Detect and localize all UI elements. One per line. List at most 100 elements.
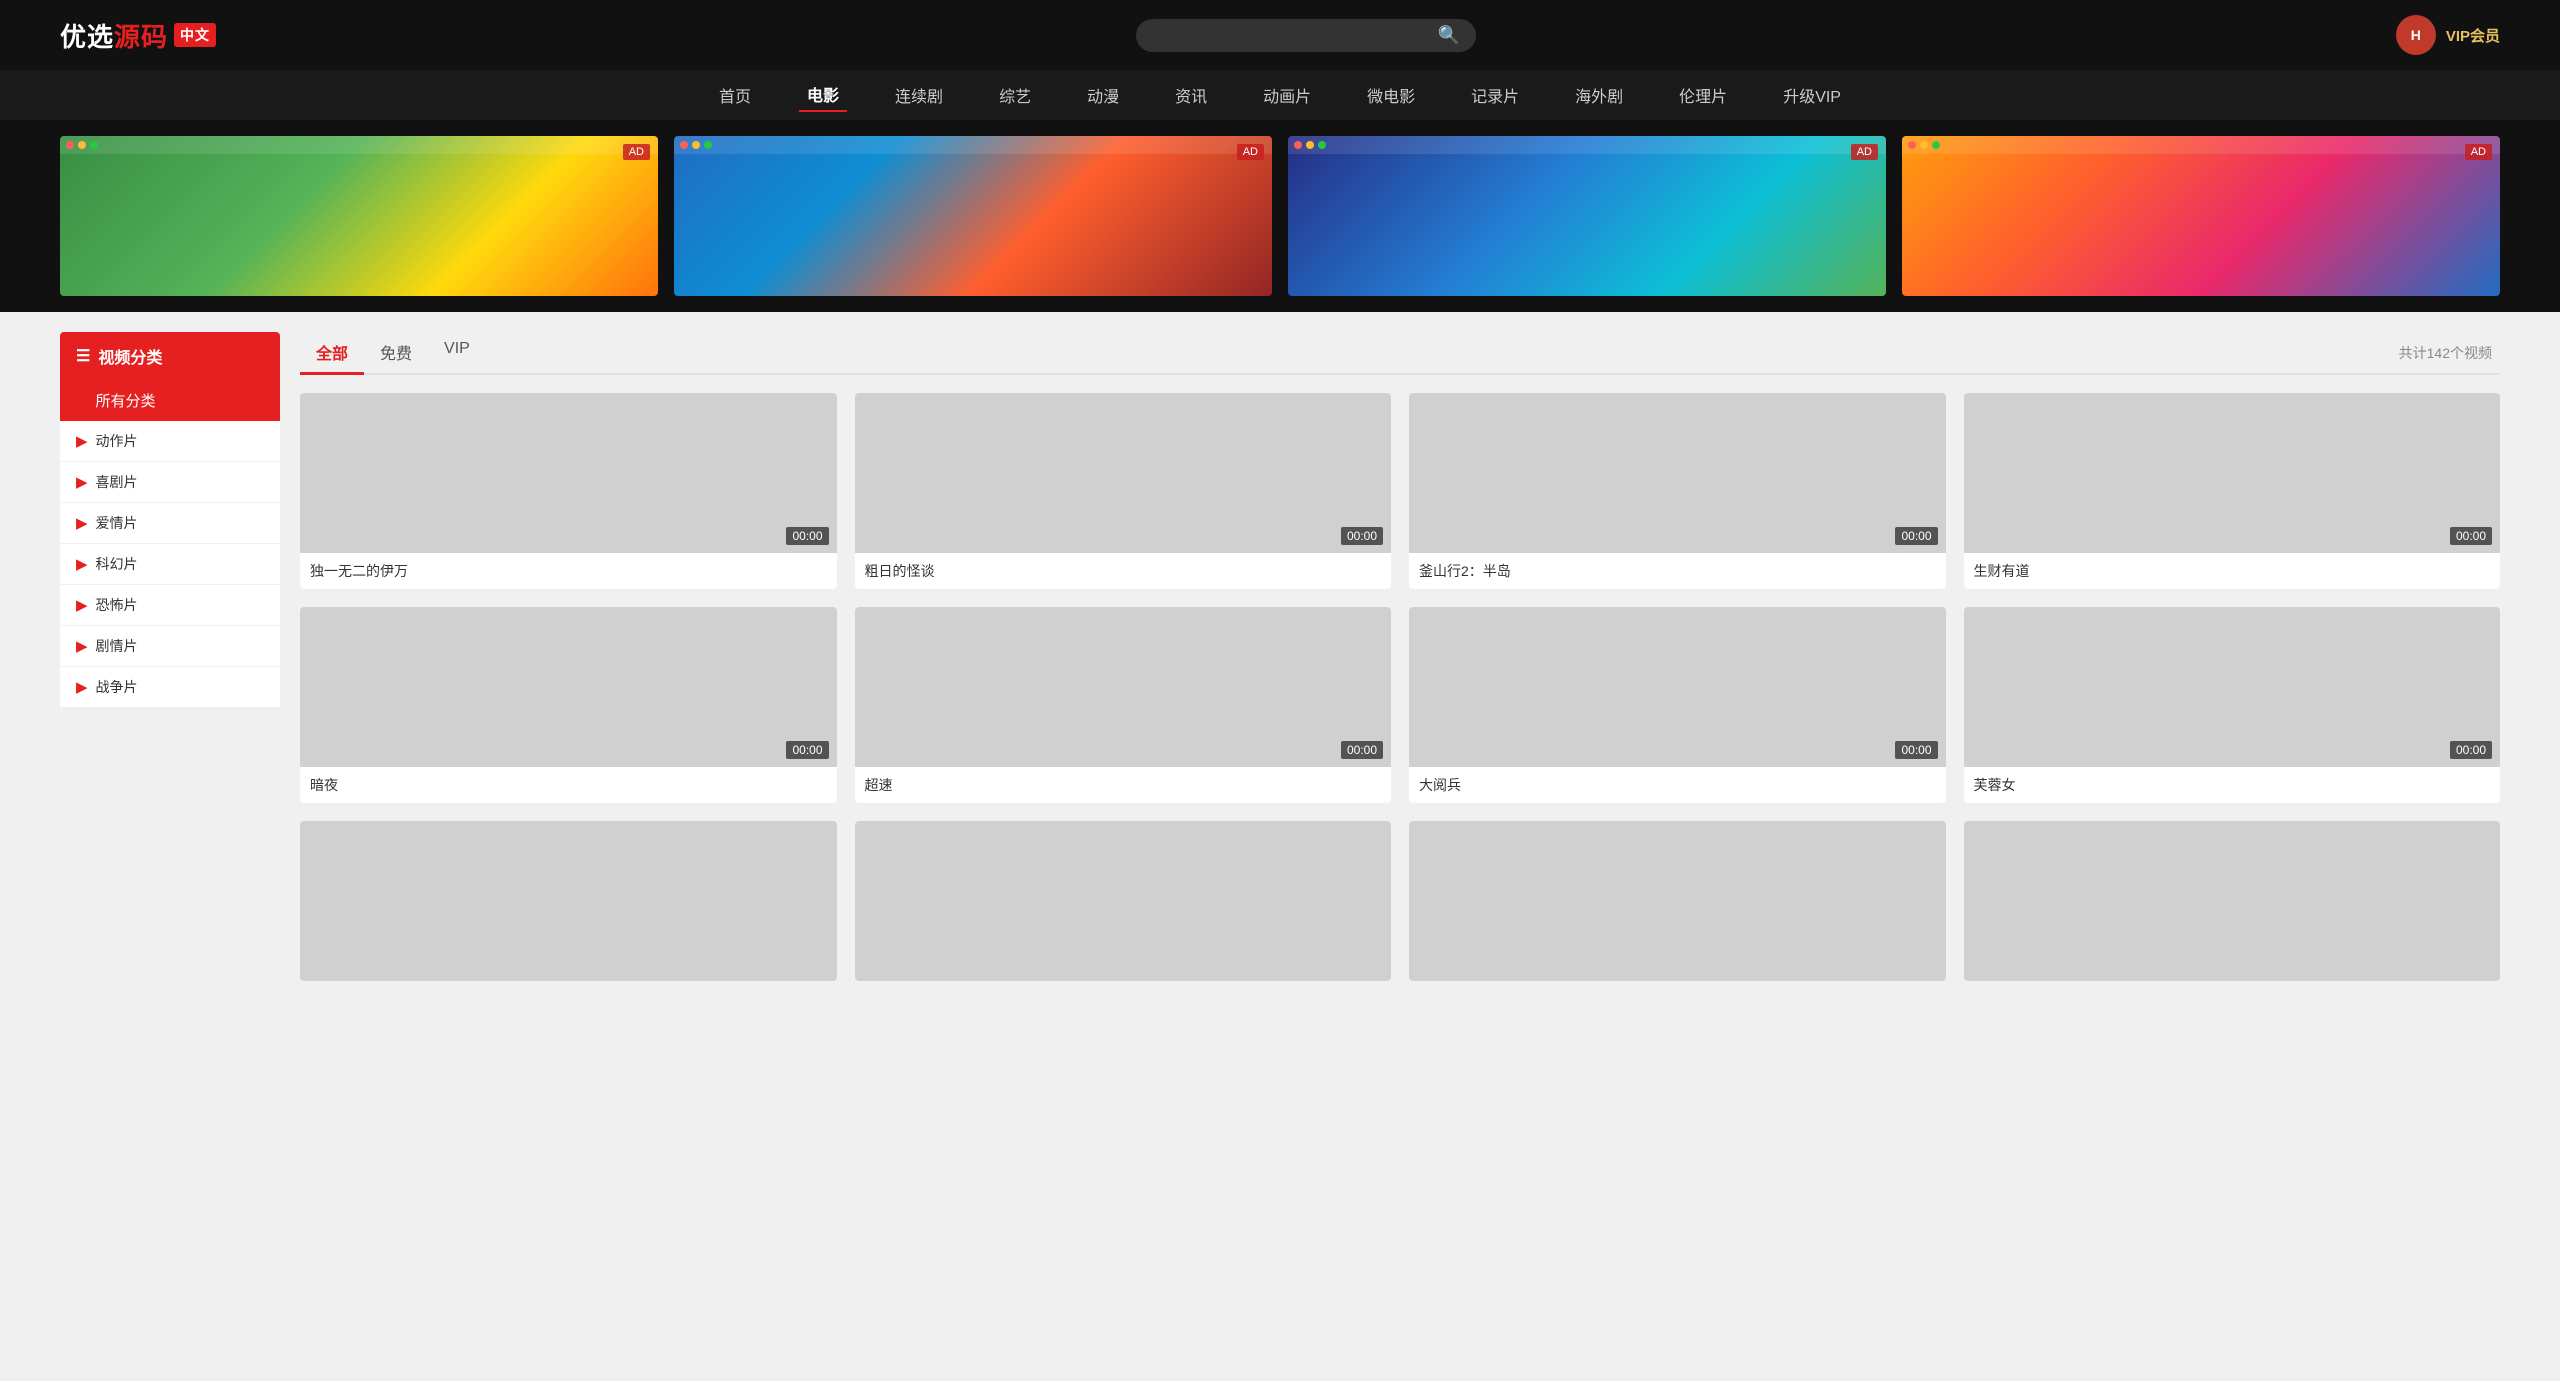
nav-item-海外剧[interactable]: 海外剧 (1567, 79, 1631, 111)
video-thumb-5: 00:00 (300, 607, 837, 767)
sidebar-item-label: 动作片 (96, 431, 138, 451)
sidebar-item-爱情片[interactable]: ▶ 爱情片 (60, 503, 280, 544)
sidebar-item-战争片[interactable]: ▶ 战争片 (60, 667, 280, 708)
play-icon: ▶ (76, 432, 88, 450)
nav-item-动画片[interactable]: 动画片 (1255, 79, 1319, 111)
nav-item-首页[interactable]: 首页 (711, 79, 759, 111)
search-icon[interactable]: 🔍 (1438, 25, 1460, 46)
nav-item-电影[interactable]: 电影 (799, 78, 847, 112)
user-area[interactable]: H VIP会员 (2396, 15, 2500, 55)
video-card-4[interactable]: 00:00 生财有道 (1964, 393, 2501, 589)
video-thumb-10 (855, 821, 1392, 981)
tabs-container: 全部免费VIP (300, 332, 486, 373)
sidebar-items-list: ▶ 动作片 ▶ 喜剧片 ▶ 爱情片 ▶ 科幻片 ▶恐怖片 ▶ 剧情片 ▶ 战争片 (60, 421, 280, 708)
video-card-7[interactable]: 00:00 大阅兵 (1409, 607, 1946, 803)
video-title-8: 芙蓉女 (1964, 767, 2501, 803)
video-thumb-2: 00:00 (855, 393, 1392, 553)
tab-全部[interactable]: 全部 (300, 332, 364, 375)
nav-item-伦理片[interactable]: 伦理片 (1671, 79, 1735, 111)
sidebar-item-恐怖片[interactable]: ▶恐怖片 (60, 585, 280, 626)
sidebar-item-剧情片[interactable]: ▶ 剧情片 (60, 626, 280, 667)
video-title-7: 大阅兵 (1409, 767, 1946, 803)
video-card-2[interactable]: 00:00 粗日的怪谈 (855, 393, 1392, 589)
play-icon-all: ▶ (76, 392, 88, 410)
video-title-6: 超速 (855, 767, 1392, 803)
video-thumb-6: 00:00 (855, 607, 1392, 767)
sidebar-title-text: 视频分类 (98, 344, 162, 368)
banner-section: AD AD AD (0, 120, 2560, 312)
video-thumb-7: 00:00 (1409, 607, 1946, 767)
video-card-6[interactable]: 00:00 超速 (855, 607, 1392, 803)
video-duration-3: 00:00 (1895, 527, 1937, 545)
play-icon: ▶ (76, 473, 88, 491)
avatar: H (2396, 15, 2436, 55)
sidebar-item-label: 喜剧片 (96, 472, 138, 492)
header: 优选 源码 中文 🔍 H VIP会员 (0, 0, 2560, 70)
logo-badge: 中文 (174, 23, 216, 47)
video-duration-2: 00:00 (1341, 527, 1383, 545)
banner-item-1[interactable]: AD (60, 136, 658, 296)
play-icon: ▶ (76, 678, 88, 696)
play-icon: ▶ (76, 637, 88, 655)
tabs-row: 全部免费VIP 共计142个视频 (300, 332, 2500, 375)
logo-red: 源码 (114, 17, 168, 54)
sidebar-all-label: 所有分类 (96, 390, 156, 411)
video-title-3: 釜山行2：半岛 (1409, 553, 1946, 589)
video-card-3[interactable]: 00:00 釜山行2：半岛 (1409, 393, 1946, 589)
sidebar-item-label: 科幻片 (96, 554, 138, 574)
tab-免费[interactable]: 免费 (364, 332, 428, 375)
video-duration-4: 00:00 (2450, 527, 2492, 545)
banner-item-3[interactable]: AD (1288, 136, 1886, 296)
video-card-9[interactable] (300, 821, 837, 981)
banner-item-2[interactable]: AD (674, 136, 1272, 296)
sidebar-all-categories[interactable]: ▶ 所有分类 (60, 380, 280, 421)
video-card-12[interactable] (1964, 821, 2501, 981)
ad-badge-3: AD (1851, 144, 1878, 160)
sidebar-item-动作片[interactable]: ▶ 动作片 (60, 421, 280, 462)
tab-VIP[interactable]: VIP (428, 332, 486, 375)
video-title-2: 粗日的怪谈 (855, 553, 1392, 589)
sidebar-item-label: 恐怖片 (96, 595, 138, 615)
sidebar-item-科幻片[interactable]: ▶ 科幻片 (60, 544, 280, 585)
sidebar-item-label: 爱情片 (96, 513, 138, 533)
vip-label[interactable]: VIP会员 (2446, 25, 2500, 46)
play-icon: ▶ (76, 555, 88, 573)
video-thumb-8: 00:00 (1964, 607, 2501, 767)
search-bar[interactable]: 🔍 (1136, 19, 1476, 52)
logo-text: 优选 (60, 17, 114, 54)
nav-item-记录片[interactable]: 记录片 (1463, 79, 1527, 111)
nav-item-综艺[interactable]: 综艺 (991, 79, 1039, 111)
video-card-5[interactable]: 00:00 暗夜 (300, 607, 837, 803)
video-card-10[interactable] (855, 821, 1392, 981)
video-thumb-1: 00:00 (300, 393, 837, 553)
video-thumb-3: 00:00 (1409, 393, 1946, 553)
sidebar-title: ☰ 视频分类 (60, 332, 280, 380)
nav-item-微电影[interactable]: 微电影 (1359, 79, 1423, 111)
sidebar-item-label: 剧情片 (96, 636, 138, 656)
video-thumb-11 (1409, 821, 1946, 981)
content-area: 全部免费VIP 共计142个视频 00:00 独一无二的伊万 00:00 粗日的… (300, 332, 2500, 981)
play-icon: ▶ (76, 514, 88, 532)
main-content: ☰ 视频分类 ▶ 所有分类 ▶动作片▶喜剧片▶爱情片▶科幻片▶恐怖片▶剧情片▶战… (0, 312, 2560, 1001)
video-title-1: 独一无二的伊万 (300, 553, 837, 589)
ad-badge-2: AD (1237, 144, 1264, 160)
video-duration-8: 00:00 (2450, 741, 2492, 759)
video-thumb-12 (1964, 821, 2501, 981)
ad-badge-4: AD (2465, 144, 2492, 160)
nav-item-连续剧[interactable]: 连续剧 (887, 79, 951, 111)
sidebar-item-label: 战争片 (96, 677, 138, 697)
sidebar-item-喜剧片[interactable]: ▶ 喜剧片 (60, 462, 280, 503)
video-card-11[interactable] (1409, 821, 1946, 981)
search-input[interactable] (1152, 27, 1438, 44)
logo[interactable]: 优选 源码 中文 (60, 17, 216, 54)
video-card-8[interactable]: 00:00 芙蓉女 (1964, 607, 2501, 803)
sidebar: ☰ 视频分类 ▶ 所有分类 ▶动作片▶喜剧片▶爱情片▶科幻片▶恐怖片▶剧情片▶战… (60, 332, 280, 981)
ad-badge-1: AD (623, 144, 650, 160)
banner-item-4[interactable]: AD (1902, 136, 2500, 296)
video-grid: 00:00 独一无二的伊万 00:00 粗日的怪谈 00:00 釜山行2：半岛 … (300, 393, 2500, 981)
video-duration-6: 00:00 (1341, 741, 1383, 759)
nav-item-升级VIP[interactable]: 升级VIP (1775, 79, 1849, 111)
nav-item-资讯[interactable]: 资讯 (1167, 79, 1215, 111)
video-card-1[interactable]: 00:00 独一无二的伊万 (300, 393, 837, 589)
nav-item-动漫[interactable]: 动漫 (1079, 79, 1127, 111)
